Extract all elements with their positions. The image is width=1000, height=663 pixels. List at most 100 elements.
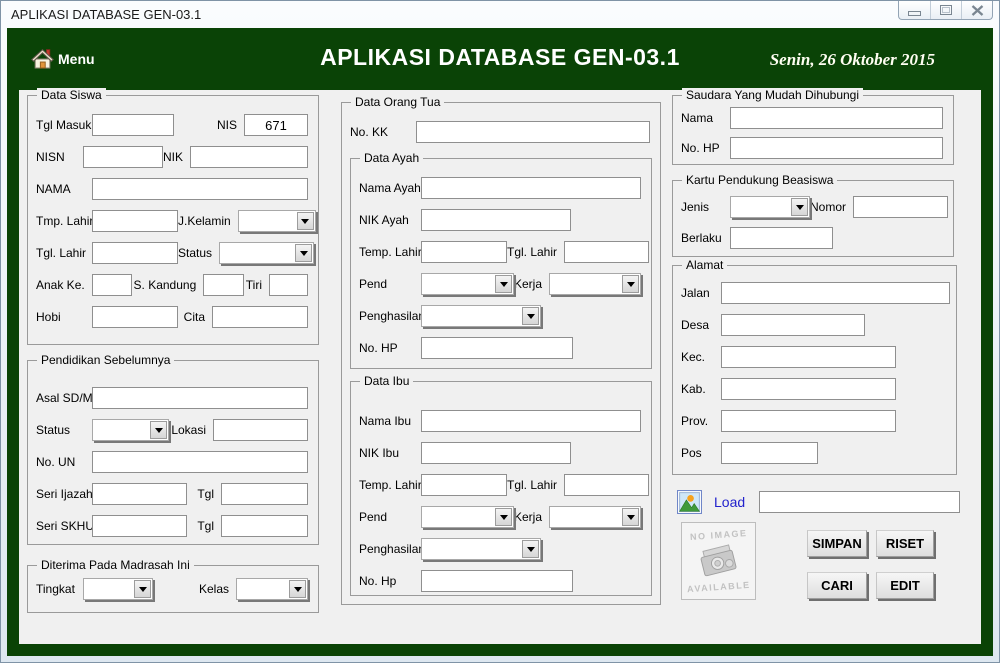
kerja-ayah-select[interactable]	[549, 273, 642, 295]
nik-ayah-input[interactable]	[421, 209, 571, 231]
pend-ayah-select[interactable]	[421, 273, 514, 295]
chevron-down-icon	[522, 307, 539, 325]
simpan-button[interactable]: SIMPAN	[807, 530, 867, 557]
kab-input[interactable]	[721, 378, 896, 400]
chevron-down-icon	[295, 244, 313, 262]
close-button[interactable]	[961, 1, 992, 19]
nama-label: NAMA	[36, 182, 71, 196]
kelas-label: Kelas	[198, 582, 229, 596]
no-un-label: No. UN	[36, 455, 76, 469]
titlebar[interactable]: APLIKASI DATABASE GEN-03.1	[1, 1, 999, 28]
tiri-label: Tiri	[245, 278, 262, 292]
lokasi-input[interactable]	[213, 419, 308, 441]
tingkat-select[interactable]	[83, 578, 153, 600]
tgl-lahir-ibu-input[interactable]	[564, 474, 650, 496]
nik-ibu-input[interactable]	[421, 442, 571, 464]
tgl-skhu-label: Tgl	[197, 519, 214, 533]
picture-icon	[677, 490, 702, 514]
jalan-input[interactable]	[721, 282, 950, 304]
penghasilan-ibu-select[interactable]	[421, 538, 541, 560]
saudara-nama-label: Nama	[681, 111, 714, 125]
chevron-down-icon	[622, 508, 640, 526]
desa-input[interactable]	[721, 314, 865, 336]
kerja-ibu-select[interactable]	[549, 506, 642, 528]
tgl-masuk-input[interactable]	[92, 114, 174, 136]
tgl-ijazah-input[interactable]	[221, 483, 308, 505]
pend-ayah-label: Pend	[359, 277, 388, 291]
middle-column: Data Orang Tua No. KK Data Ayah Nama Aya…	[341, 95, 661, 605]
load-path-input[interactable]	[759, 491, 960, 513]
nama-ayah-label: Nama Ayah	[359, 181, 421, 195]
kelas-select[interactable]	[236, 578, 308, 600]
saudara-nama-input[interactable]	[730, 107, 943, 129]
load-row: Load	[677, 490, 960, 514]
seri-skhu-input[interactable]	[92, 515, 187, 537]
riset-button[interactable]: RISET	[876, 530, 934, 557]
anak-ke-label: Anak Ke.	[36, 278, 85, 292]
anak-ke-input[interactable]	[92, 274, 132, 296]
seri-ijazah-input[interactable]	[92, 483, 187, 505]
cari-button[interactable]: CARI	[807, 572, 867, 599]
tmp-lahir-input[interactable]	[92, 210, 178, 232]
nik-input[interactable]	[190, 146, 309, 168]
status-pendidikan-select[interactable]	[92, 419, 169, 441]
hobi-input[interactable]	[92, 306, 178, 328]
tgl-lahir-input[interactable]	[92, 242, 178, 264]
nisn-input[interactable]	[83, 146, 163, 168]
nomor-kartu-label: Nomor	[810, 200, 847, 214]
saudara-no-hp-label: No. HP	[681, 141, 720, 155]
orang-tua-title: Data Orang Tua	[351, 95, 445, 109]
tiri-input[interactable]	[269, 274, 308, 296]
edit-button[interactable]: EDIT	[876, 572, 934, 599]
maximize-button[interactable]	[930, 1, 961, 19]
temp-lahir-ibu-input[interactable]	[421, 474, 507, 496]
alamat-group: Alamat Jalan Desa Kec. Kab. Prov. Pos	[672, 258, 957, 475]
pos-input[interactable]	[721, 442, 818, 464]
minimize-icon	[908, 11, 921, 16]
nomor-kartu-input[interactable]	[853, 196, 949, 218]
saudara-group: Saudara Yang Mudah Dihubungi Nama No. HP	[672, 88, 954, 165]
no-hp-ibu-input[interactable]	[421, 570, 573, 592]
jkelamin-select[interactable]	[237, 210, 316, 232]
no-image-text-top: NO IMAGE	[689, 528, 748, 542]
asal-sdmi-input[interactable]	[92, 387, 308, 409]
saudara-no-hp-input[interactable]	[730, 137, 943, 159]
tgl-lahir-label: Tgl. Lahir	[36, 246, 87, 260]
bottom-area: NO IMAGE AVAILABLE SIMPAN RISET CARI EDI…	[672, 522, 960, 600]
berlaku-input[interactable]	[730, 227, 833, 249]
tmp-lahir-label: Tmp. Lahir	[36, 214, 94, 228]
tgl-ijazah-label: Tgl	[197, 487, 214, 501]
s-kandung-input[interactable]	[203, 274, 245, 296]
window-title: APLIKASI DATABASE GEN-03.1	[11, 7, 202, 22]
pend-ibu-select[interactable]	[421, 506, 514, 528]
no-kk-input[interactable]	[416, 121, 650, 143]
kec-input[interactable]	[721, 346, 896, 368]
nisn-label: NISN	[36, 150, 65, 164]
chevron-down-icon	[296, 212, 314, 230]
nama-input[interactable]	[92, 178, 308, 200]
nama-ibu-input[interactable]	[421, 410, 641, 432]
window-controls	[898, 1, 993, 20]
jenis-kartu-select[interactable]	[730, 196, 810, 218]
load-label: Load	[714, 494, 746, 510]
diterima-title: Diterima Pada Madrasah Ini	[37, 558, 194, 572]
no-un-input[interactable]	[92, 451, 308, 473]
chevron-down-icon	[289, 580, 306, 598]
orang-tua-group: Data Orang Tua No. KK Data Ayah Nama Aya…	[341, 95, 661, 605]
minimize-button[interactable]	[899, 1, 930, 19]
cita-input[interactable]	[212, 306, 308, 328]
tgl-skhu-input[interactable]	[221, 515, 308, 537]
penghasilan-ayah-select[interactable]	[421, 305, 541, 327]
no-kk-label: No. KK	[350, 125, 389, 139]
tgl-lahir-ayah-input[interactable]	[564, 241, 650, 263]
status-select[interactable]	[219, 242, 315, 264]
kerja-ibu-label: Kerja	[514, 510, 543, 524]
maximize-icon	[940, 5, 952, 15]
temp-lahir-ayah-input[interactable]	[421, 241, 507, 263]
nis-input[interactable]	[244, 114, 308, 136]
nama-ayah-input[interactable]	[421, 177, 641, 199]
prov-input[interactable]	[721, 410, 896, 432]
no-hp-ayah-input[interactable]	[421, 337, 573, 359]
chevron-down-icon	[791, 198, 808, 216]
load-image-button[interactable]	[677, 490, 702, 514]
